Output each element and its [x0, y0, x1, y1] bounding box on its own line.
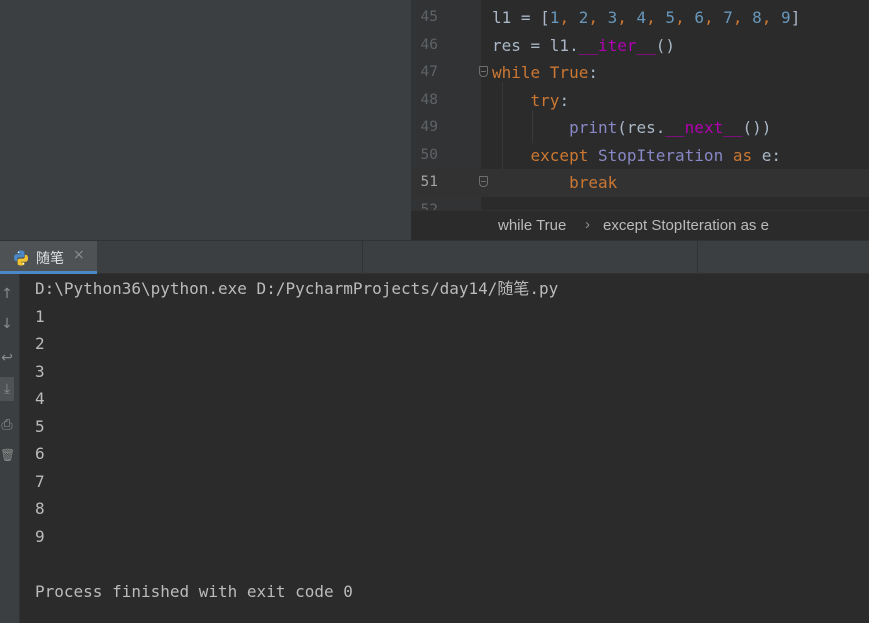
- line-number: 51: [420, 174, 438, 190]
- breadcrumb-item-except[interactable]: except StopIteration as e: [603, 217, 769, 234]
- code-token: ]: [790, 8, 801, 27]
- print-icon[interactable]: ⎙: [0, 413, 14, 437]
- code-token: 4: [636, 8, 647, 27]
- code-token: 9: [781, 8, 791, 27]
- code-token: ,: [675, 8, 695, 27]
- code-token: l1 = [: [492, 8, 550, 27]
- run-tab-label: 随笔: [36, 251, 64, 267]
- code-token: try: [530, 90, 560, 110]
- code-line[interactable]: 46 res = l1.__iter__(): [411, 32, 869, 60]
- code-token: :: [588, 63, 598, 82]
- code-token: ,: [559, 8, 579, 27]
- code-text: break: [492, 169, 617, 197]
- scroll-to-end-icon[interactable]: ⤓: [0, 377, 14, 401]
- line-number: 48: [420, 91, 438, 108]
- code-token: True: [549, 63, 589, 82]
- console-output-line: 7: [35, 471, 45, 491]
- console-output-line: Process finished with exit code 0: [35, 581, 353, 601]
- console-output-line: 2: [35, 334, 45, 353]
- code-token: 5: [665, 8, 676, 27]
- code-token: break: [569, 173, 618, 192]
- code-line[interactable]: 47 while True:: [411, 59, 869, 87]
- code-token: 3: [607, 8, 618, 27]
- console-output-line: 9: [35, 526, 45, 546]
- console-output-line: 5: [35, 416, 45, 436]
- console-output-line: 8: [35, 499, 45, 518]
- code-token: 1: [549, 8, 560, 27]
- breadcrumb-item-while[interactable]: while True: [498, 217, 566, 234]
- console-command-line: D:\Python36\python.exe D:/PycharmProject…: [35, 279, 559, 298]
- chevron-right-icon: ›: [585, 216, 590, 233]
- line-number: 50: [420, 146, 438, 163]
- divider: [697, 241, 698, 274]
- code-token: 7: [723, 8, 733, 27]
- code-token: ,: [703, 8, 724, 27]
- code-token: (): [655, 35, 676, 55]
- console-output-line: 1: [35, 306, 45, 326]
- code-token: (res.: [617, 118, 666, 137]
- fold-marker-icon[interactable]: [479, 176, 488, 187]
- code-token: :: [559, 90, 570, 110]
- code-token: 6: [694, 8, 704, 27]
- code-token: StopIteration: [597, 145, 724, 165]
- code-text: except StopIteration as e:: [492, 142, 781, 170]
- run-toolbar: ↑ ↓ ↩ ⤓ ⎙ 🗑: [0, 274, 20, 623]
- up-arrow-icon[interactable]: ↑: [0, 282, 14, 306]
- soft-wrap-icon[interactable]: ↩: [0, 346, 14, 370]
- close-icon[interactable]: ×: [73, 247, 85, 263]
- run-tool-window-header: 随笔 ×: [0, 240, 869, 274]
- code-token: ,: [588, 8, 608, 27]
- code-editor[interactable]: 45 l1 = [1, 2, 3, 4, 5, 6, 7, 8, 9] 46 res …: [411, 0, 869, 240]
- code-token: 2: [578, 8, 589, 27]
- line-number: 46: [420, 36, 438, 53]
- code-text: while True:: [492, 59, 598, 87]
- breadcrumb: while True › except StopIteration as e: [411, 210, 869, 240]
- code-token: while: [492, 63, 550, 82]
- console-output[interactable]: D:\Python36\python.exe D:/PycharmProject…: [35, 275, 558, 605]
- python-icon: [14, 250, 28, 266]
- code-text: res = l1.__iter__(): [492, 32, 675, 60]
- console-output-line: 6: [35, 444, 45, 463]
- code-text: l1 = [1, 2, 3, 4, 5, 6, 7, 8, 9]: [492, 4, 800, 32]
- line-number: 45: [420, 9, 438, 25]
- code-line[interactable]: 48 try:: [411, 87, 869, 115]
- line-number: 47: [420, 64, 438, 80]
- console-output-line: 3: [35, 361, 45, 381]
- project-panel: [0, 0, 411, 240]
- run-tab[interactable]: 随笔 ×: [0, 241, 97, 274]
- code-token: as: [723, 145, 762, 165]
- code-token: ,: [617, 8, 637, 27]
- code-token: 8: [752, 8, 762, 27]
- code-line[interactable]: 50 except StopIteration as e:: [411, 142, 869, 170]
- code-token: __iter__: [578, 35, 656, 55]
- code-token: ,: [646, 8, 666, 27]
- code-token: e:: [761, 145, 781, 165]
- run-console-panel: ↑ ↓ ↩ ⤓ ⎙ 🗑 D:\Python36\python.exe D:/Py…: [0, 274, 869, 623]
- code-token: ,: [732, 8, 753, 27]
- code-line[interactable]: 51 break: [411, 169, 869, 197]
- line-number: 49: [420, 119, 438, 135]
- console-output-line: 4: [35, 389, 45, 408]
- code-text: print(res.__next__()): [492, 114, 771, 142]
- fold-marker-icon[interactable]: [479, 66, 488, 77]
- down-arrow-icon[interactable]: ↓: [0, 312, 14, 336]
- code-text: try:: [492, 87, 570, 115]
- code-token: print: [569, 118, 618, 137]
- trash-icon[interactable]: 🗑: [0, 443, 15, 467]
- code-token: ,: [761, 8, 782, 27]
- code-token: except: [530, 145, 598, 165]
- code-token: ()): [742, 118, 772, 137]
- code-token: __next__: [665, 118, 743, 137]
- divider: [362, 241, 363, 274]
- code-token: res = l1.: [492, 35, 579, 55]
- code-line[interactable]: 49 print(res.__next__()): [411, 114, 869, 142]
- code-line[interactable]: 45 l1 = [1, 2, 3, 4, 5, 6, 7, 8, 9]: [411, 4, 869, 32]
